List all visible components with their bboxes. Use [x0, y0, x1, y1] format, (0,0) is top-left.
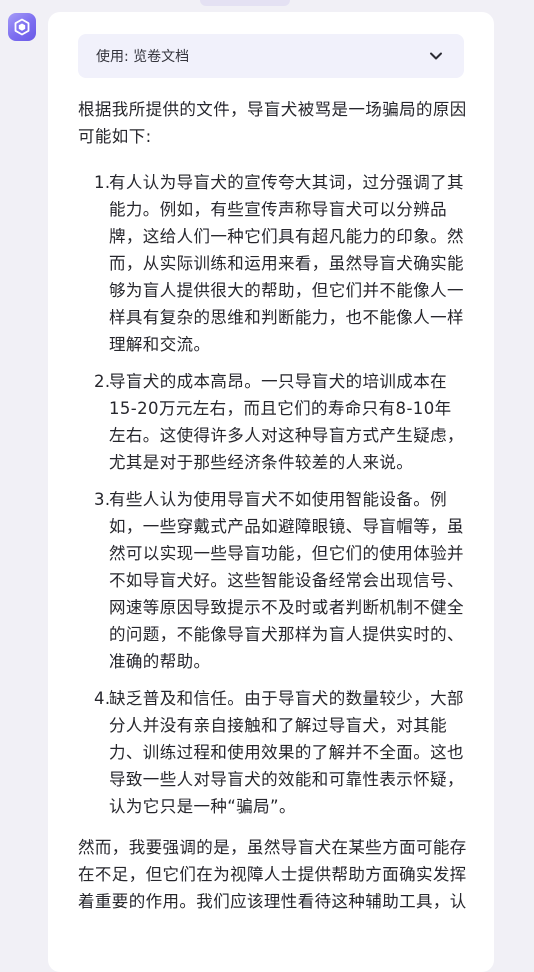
list-item-text: 有人认为导盲犬的宣传夸大其词，过分强调了其能力。例如，有些宣传声称导盲犬可以分辨… — [109, 173, 464, 354]
answer-points-list: 1. 有人认为导盲犬的宣传夸大其词，过分强调了其能力。例如，有些宣传声称导盲犬可… — [78, 169, 468, 820]
list-item-number: 1. — [94, 173, 111, 192]
list-item: 3. 有些人认为使用导盲犬不如使用智能设备。例如，一些穿戴式产品如避障眼镜、导盲… — [78, 486, 468, 675]
answer-outro: 然而，我要强调的是，虽然导盲犬在某些方面可能存在不足，但它们在为视障人士提供帮助… — [78, 838, 467, 911]
answer-intro: 根据我所提供的文件，导盲犬被骂是一场骗局的原因可能如下: — [78, 100, 467, 146]
list-item-text: 有些人认为使用导盲犬不如使用智能设备。例如，一些穿戴式产品如避障眼镜、导盲帽等，… — [109, 490, 464, 671]
list-item-number: 3. — [94, 490, 111, 509]
list-item: 1. 有人认为导盲犬的宣传夸大其词，过分强调了其能力。例如，有些宣传声称导盲犬可… — [78, 169, 468, 358]
top-decoration — [200, 0, 290, 6]
answer-body: 根据我所提供的文件，导盲犬被骂是一场骗局的原因可能如下: 1. 有人认为导盲犬的… — [78, 96, 468, 915]
list-item-number: 2. — [94, 372, 111, 391]
list-item-text: 导盲犬的成本高昂。一只导盲犬的培训成本在15-20万元左右，而且它们的寿命只有8… — [109, 372, 464, 472]
list-item-text: 缺乏普及和信任。由于导盲犬的数量较少，大部分人并没有亲自接触和了解过导盲犬，对其… — [109, 689, 464, 816]
chevron-down-icon[interactable] — [426, 46, 446, 66]
document-selector[interactable]: 使用: 览卷文档 — [78, 34, 464, 78]
list-item-number: 4. — [94, 689, 111, 708]
chat-message-card: 使用: 览卷文档 根据我所提供的文件，导盲犬被骂是一场骗局的原因可能如下: 1.… — [48, 12, 494, 972]
list-item: 2. 导盲犬的成本高昂。一只导盲犬的培训成本在15-20万元左右，而且它们的寿命… — [78, 368, 468, 476]
list-item: 4. 缺乏普及和信任。由于导盲犬的数量较少，大部分人并没有亲自接触和了解过导盲犬… — [78, 685, 468, 820]
bot-cube-icon — [8, 13, 36, 41]
document-selector-label: 使用: 览卷文档 — [96, 49, 190, 65]
